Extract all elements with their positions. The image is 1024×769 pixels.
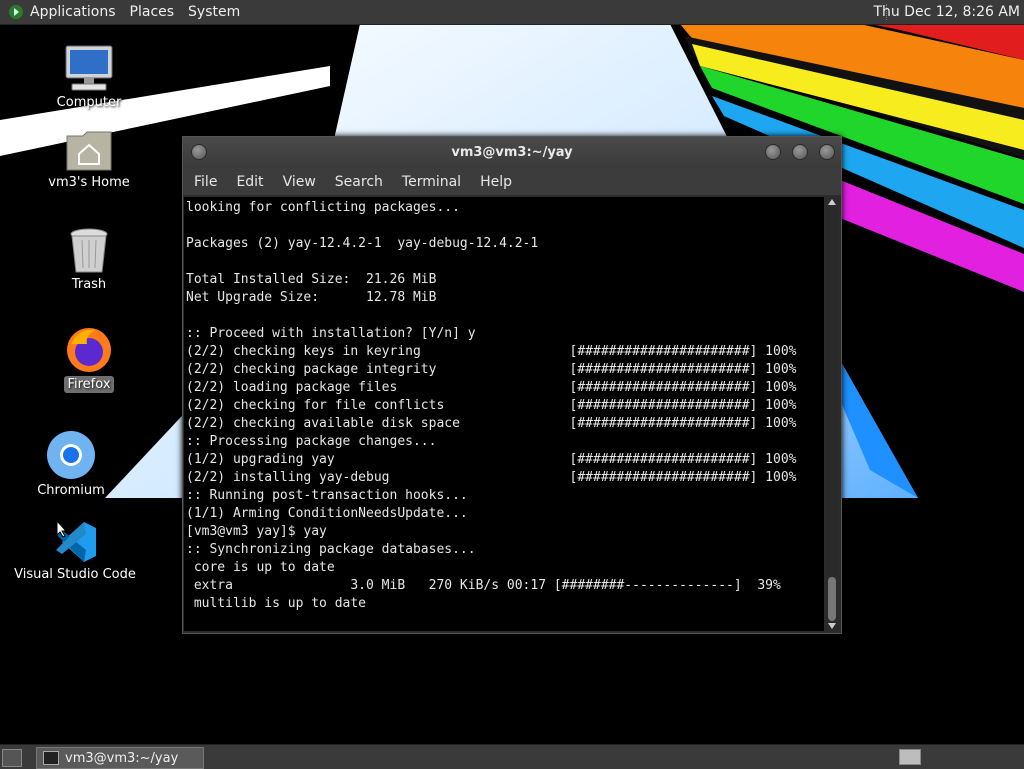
terminal-line: (1/1) Arming ConditionNeedsUpdate... — [186, 506, 468, 521]
terminal-line: (2/2) checking for file conflicts [#####… — [186, 398, 797, 413]
desktop-icon-firefox[interactable]: Firefox — [24, 326, 154, 393]
taskbar-terminal-button[interactable]: vm3@vm3:~/yay — [36, 747, 204, 769]
terminal-scrollbar[interactable] — [825, 197, 839, 631]
terminal-line: :: Proceed with installation? [Y/n] y — [186, 326, 476, 341]
menu-edit[interactable]: Edit — [236, 172, 263, 192]
terminal-menubar: File Edit View Search Terminal Help — [183, 168, 841, 195]
close-button[interactable] — [819, 144, 835, 160]
places-menu[interactable]: Places — [130, 4, 175, 20]
home-folder-icon — [66, 131, 112, 171]
distro-logo-icon[interactable] — [8, 4, 24, 20]
terminal-line: (2/2) checking package integrity [######… — [186, 362, 797, 377]
terminal-line: multilib is up to date — [186, 596, 367, 611]
desktop-icon-label: Firefox — [64, 376, 114, 393]
terminal-line: :: Running post-transaction hooks... — [186, 488, 468, 503]
terminal-line: :: Processing package changes... — [186, 434, 437, 449]
window-titlebar[interactable]: vm3@vm3:~/yay — [183, 137, 841, 168]
desktop-icon-computer[interactable]: Computer — [24, 44, 154, 111]
menu-search[interactable]: Search — [335, 172, 383, 192]
chromium-icon — [47, 431, 95, 479]
menu-help[interactable]: Help — [480, 172, 512, 192]
firefox-icon — [67, 328, 111, 372]
desktop-icon-label: Computer — [56, 95, 122, 110]
clock[interactable]: Thu Dec 12, 8:26 AM — [873, 4, 1020, 20]
desktop-icon-label: Chromium — [37, 483, 105, 498]
menu-view[interactable]: View — [283, 172, 316, 192]
mouse-cursor-icon — [56, 520, 68, 538]
menu-file[interactable]: File — [194, 172, 217, 192]
applications-menu[interactable]: Applications — [30, 4, 116, 20]
terminal-line: Total Installed Size: 21.26 MiB — [186, 272, 437, 287]
terminal-line: Net Upgrade Size: 12.78 MiB — [186, 290, 437, 305]
desktop-icon-vscode[interactable]: Visual Studio Code — [10, 520, 140, 583]
terminal-window[interactable]: vm3@vm3:~/yay File Edit View Search Term… — [182, 136, 842, 634]
computer-icon — [65, 45, 113, 91]
system-menu[interactable]: System — [188, 4, 240, 20]
terminal-line: extra 3.0 MiB 270 KiB/s 00:17 [########-… — [186, 578, 781, 593]
terminal-line: (2/2) loading package files [###########… — [186, 380, 797, 395]
maximize-button[interactable] — [792, 144, 808, 160]
bottom-panel: vm3@vm3:~/yay — [0, 744, 1024, 769]
terminal-icon — [43, 751, 59, 765]
terminal-line: core is up to date — [186, 560, 335, 575]
desktop-icon-trash[interactable]: Trash — [24, 228, 154, 293]
trash-icon — [70, 228, 108, 273]
terminal-line: (1/2) upgrading yay [###################… — [186, 452, 797, 467]
terminal-line: [vm3@vm3 yay]$ yay — [186, 524, 327, 539]
desktop-icon-home[interactable]: vm3's Home — [24, 128, 154, 191]
scroll-up-icon[interactable] — [828, 199, 836, 205]
window-title: vm3@vm3:~/yay — [451, 145, 573, 160]
desktop-icon-chromium[interactable]: Chromium — [6, 430, 136, 499]
desktop-icon-label: Trash — [71, 277, 107, 292]
desktop-icon-label: vm3's Home — [48, 175, 130, 190]
top-panel: Applications Places System Thu Dec 12, 8… — [0, 0, 1024, 25]
terminal-line: :: Synchronizing package databases... — [186, 542, 476, 557]
terminal-line: Packages (2) yay-12.4.2-1 yay-debug-12.4… — [186, 236, 539, 251]
scroll-down-icon[interactable] — [828, 623, 836, 629]
taskbar-label: vm3@vm3:~/yay — [65, 750, 179, 766]
minimize-button[interactable] — [765, 144, 781, 160]
terminal-output[interactable]: looking for conflicting packages... Packa… — [184, 197, 824, 631]
terminal-line: (2/2) checking keys in keyring [########… — [186, 344, 797, 359]
scrollbar-thumb[interactable] — [828, 577, 836, 621]
show-desktop-icon[interactable] — [2, 749, 22, 767]
menu-terminal[interactable]: Terminal — [402, 172, 461, 192]
terminal-line: looking for conflicting packages... — [186, 200, 460, 215]
terminal-line: (2/2) installing yay-debug [############… — [186, 470, 797, 485]
workspace-switcher[interactable] — [899, 749, 921, 765]
terminal-line: (2/2) checking available disk space [###… — [186, 416, 797, 431]
desktop-icon-label: Visual Studio Code — [14, 567, 136, 582]
